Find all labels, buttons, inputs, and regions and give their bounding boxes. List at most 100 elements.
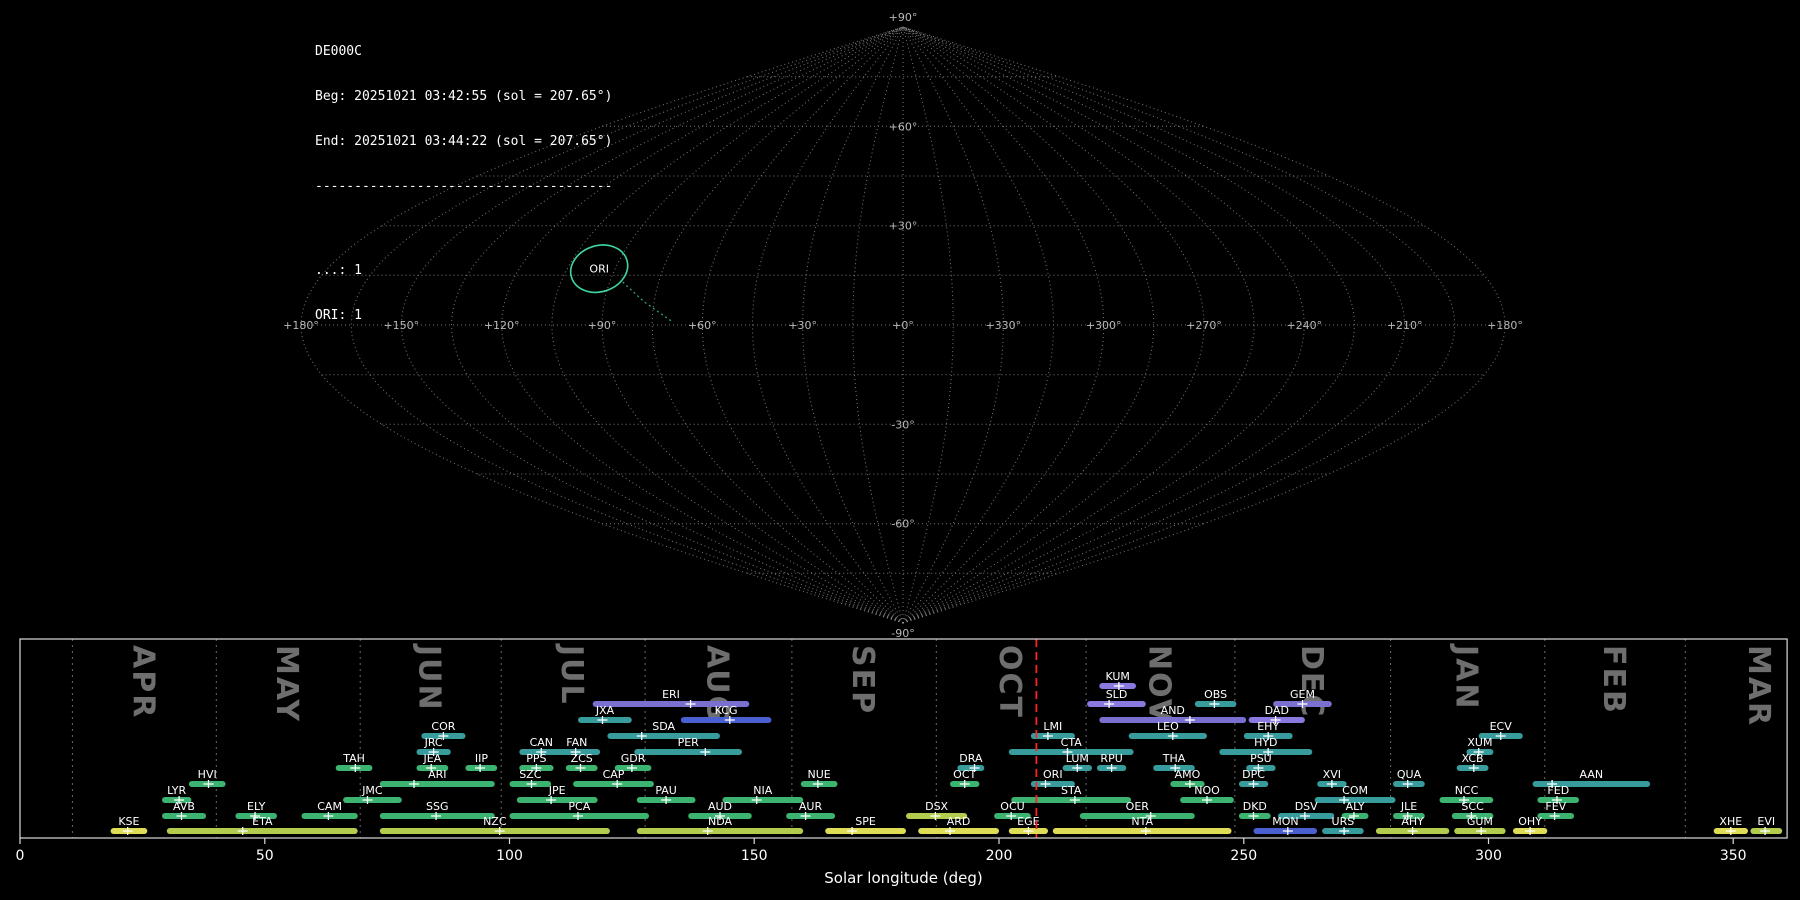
observation-info-block: DE000C Beg: 20251021 03:42:55 (sol = 207… (315, 14, 612, 353)
shower-label-pca: PCA (568, 800, 590, 813)
shower-label-aur: AUR (799, 800, 823, 813)
map-lon-label: +180° (1487, 319, 1523, 332)
shower-label-jpe: JPE (548, 784, 566, 797)
obs-end-line: End: 20251021 03:44:22 (sol = 207.65°) (315, 134, 612, 149)
shower-label-dsx: DSX (925, 800, 948, 813)
shower-bar-spe (825, 828, 906, 834)
map-lon-label: +300° (1086, 319, 1122, 332)
shower-label-sta: STA (1061, 784, 1082, 797)
sky-map: +180°+150°+120°+90°+60°+30°+0°+330°+300°… (0, 0, 1800, 660)
shower-label-hyd: HYD (1254, 736, 1277, 749)
shower-label-jmc: JMC (361, 784, 383, 797)
shower-label-mon: MON (1272, 815, 1298, 828)
shower-bar-nda (637, 828, 803, 834)
map-lon-label: +270° (1186, 319, 1222, 332)
shower-label-can: CAN (530, 736, 553, 749)
shower-label-cta: CTA (1061, 736, 1083, 749)
shower-bar-nia (722, 797, 803, 803)
meteor-observation-screen: +180°+150°+120°+90°+60°+30°+0°+330°+300°… (0, 0, 1800, 900)
shower-label-dkd: DKD (1243, 800, 1267, 813)
shower-bar-sld (1087, 701, 1146, 707)
map-lat-label: +60° (889, 120, 918, 133)
map-lon-label: +210° (1387, 319, 1423, 332)
shower-label-rpu: RPU (1100, 752, 1122, 765)
shower-label-xum: XUM (1467, 736, 1492, 749)
x-tick-label: 350 (1720, 848, 1747, 864)
shower-label-ssg: SSG (426, 800, 449, 813)
month-label-jul: JUL (554, 643, 589, 706)
shower-label-xvi: XVI (1323, 768, 1341, 781)
shower-label-dsv: DSV (1295, 800, 1318, 813)
shower-label-fed: FED (1547, 784, 1569, 797)
station-id: DE000C (315, 44, 612, 59)
map-lat-label: +30° (889, 220, 918, 233)
shower-bar-per (634, 749, 742, 755)
shower-label-kse: KSE (118, 815, 139, 828)
shower-label-ori: ORI (1043, 768, 1063, 781)
shower-label-jle: JLE (1400, 800, 1417, 813)
x-tick-label: 50 (256, 848, 274, 864)
shower-label-dad: DAD (1265, 704, 1289, 717)
shower-label-iip: IIP (475, 752, 488, 765)
map-lon-label: +0° (892, 319, 914, 332)
month-label-dec: DEC (1294, 645, 1329, 718)
x-tick-label: 150 (741, 848, 768, 864)
shower-label-ecv: ECV (1490, 720, 1513, 733)
shower-label-pau: PAU (655, 784, 677, 797)
shower-label-ehy: EHY (1257, 720, 1279, 733)
shower-label-cam: CAM (317, 800, 342, 813)
month-label-apr: APR (125, 645, 160, 719)
map-lon-label: +240° (1286, 319, 1322, 332)
shower-label-scc: SCC (1461, 800, 1484, 813)
shower-label-ahy: AHY (1401, 815, 1424, 828)
shower-label-ocu: OCU (1000, 800, 1024, 813)
map-lat-label: -60° (891, 518, 914, 531)
x-tick-label: 200 (986, 848, 1013, 864)
radiant-drift-ORI (623, 282, 673, 322)
shower-label-ohy: OHY (1518, 815, 1542, 828)
shower-label-leo: LEO (1157, 720, 1179, 733)
shower-label-tah: TAH (342, 752, 365, 765)
shower-label-aud: AUD (708, 800, 732, 813)
shower-label-ncc: NCC (1455, 784, 1479, 797)
x-axis-title: Solar longitude (deg) (824, 869, 982, 887)
count-ori: ORI: 1 (315, 308, 612, 323)
shower-label-nue: NUE (807, 768, 830, 781)
shower-label-jrc: JRC (424, 736, 443, 749)
shower-label-aan: AAN (1580, 768, 1604, 781)
shower-label-obs: OBS (1204, 688, 1227, 701)
x-tick-label: 300 (1475, 848, 1502, 864)
shower-label-oer: OER (1126, 800, 1150, 813)
month-label-jun: JUN (412, 643, 447, 712)
shower-label-avb: AVB (173, 800, 195, 813)
shower-label-oct: OCT (953, 768, 976, 781)
shower-label-kum: KUM (1105, 670, 1129, 683)
shower-label-xhe: XHE (1719, 815, 1742, 828)
shower-label-nia: NIA (753, 784, 772, 797)
month-label-oct: OCT (992, 645, 1027, 719)
shower-label-eta: ETA (252, 815, 273, 828)
shower-label-kcg: KCG (715, 704, 738, 717)
shower-bar-eta (167, 828, 358, 834)
shower-label-spe: SPE (855, 815, 876, 828)
x-tick-label: 0 (16, 848, 25, 864)
shower-label-xcb: XCB (1462, 752, 1484, 765)
shower-label-nda: NDA (708, 815, 733, 828)
shower-label-qua: QUA (1397, 768, 1422, 781)
shower-label-lyr: LYR (167, 784, 186, 797)
shower-label-lmi: LMI (1043, 720, 1062, 733)
month-label-feb: FEB (1596, 645, 1631, 715)
shower-label-hvi: HVI (198, 768, 217, 781)
shower-label-nta: NTA (1131, 815, 1153, 828)
shower-label-nzc: NZC (483, 815, 507, 828)
map-lon-label: +180° (283, 319, 319, 332)
shower-label-ard: ARD (947, 815, 971, 828)
month-label-sep: SEP (845, 645, 880, 715)
shower-label-evi: EVI (1757, 815, 1775, 828)
shower-bar-sda (607, 733, 720, 739)
shower-label-psu: PSU (1250, 752, 1272, 765)
shower-label-com: COM (1342, 784, 1368, 797)
shower-label-gem: GEM (1290, 688, 1315, 701)
shower-label-cap: CAP (603, 768, 625, 781)
info-separator: -------------------------------------- (315, 179, 612, 194)
